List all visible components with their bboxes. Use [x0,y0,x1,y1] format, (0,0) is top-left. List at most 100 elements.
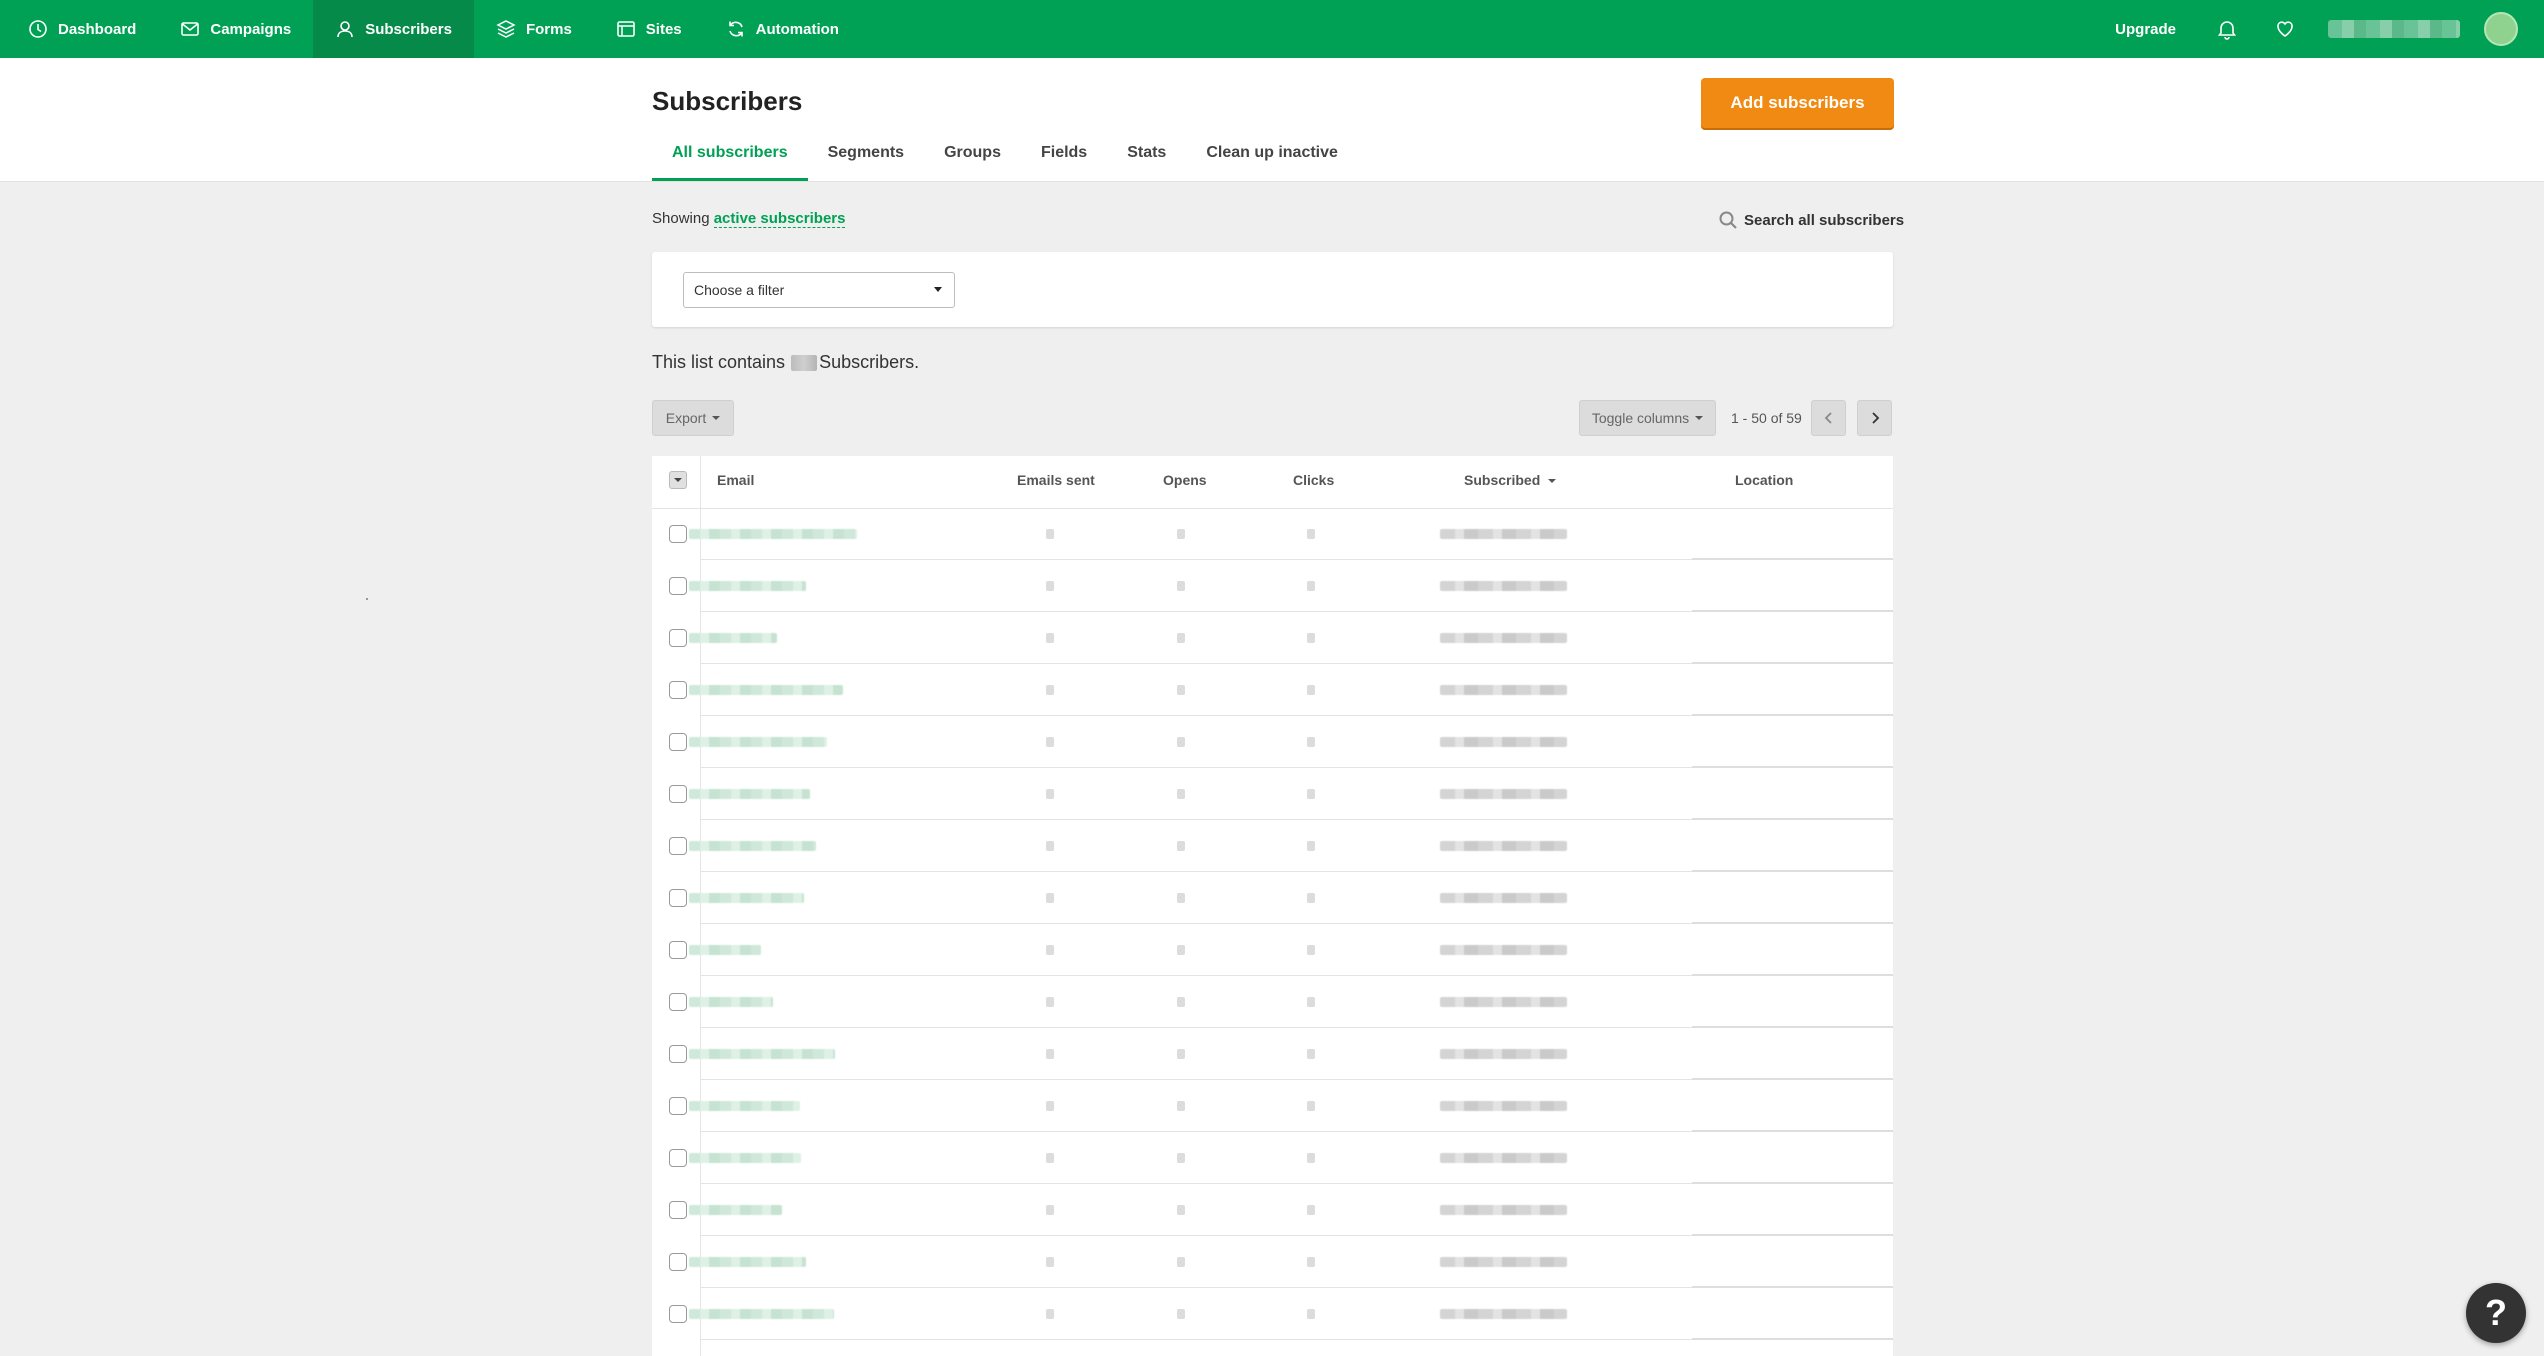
tab-all-subscribers[interactable]: All subscribers [652,140,808,181]
active-subscribers-link[interactable]: active subscribers [713,210,846,228]
table-row[interactable] [652,664,1893,716]
layers-icon [496,20,516,38]
toggle-columns-button[interactable]: Toggle columns [1579,400,1716,436]
nav-item-sites[interactable]: Sites [594,0,704,58]
caret-down-icon [1695,416,1704,420]
row-checkbox[interactable] [669,837,687,855]
table-row[interactable] [652,1236,1893,1288]
subscriber-email[interactable] [689,1257,806,1267]
table-row[interactable] [652,1132,1893,1184]
row-checkbox[interactable] [669,941,687,959]
row-checkbox[interactable] [669,733,687,751]
row-checkbox[interactable] [669,785,687,803]
table-row[interactable] [652,612,1893,664]
emails-sent-value [1046,997,1054,1007]
row-checkbox[interactable] [669,1253,687,1271]
clicks-value [1307,1101,1315,1111]
subscriber-email[interactable] [689,997,773,1007]
clicks-value [1307,1309,1315,1319]
subscriber-email[interactable] [689,529,857,539]
table-row[interactable] [652,1080,1893,1132]
subscriber-email[interactable] [689,1205,782,1215]
heart-icon [2277,21,2293,37]
table-row[interactable] [652,820,1893,872]
subscriber-email[interactable] [689,893,804,903]
subscriber-email[interactable] [689,633,777,643]
table-row[interactable] [652,924,1893,976]
subscribed-date [1440,581,1567,591]
clicks-value [1307,1257,1315,1267]
add-subscribers-button[interactable]: Add subscribers [1701,78,1894,128]
subscribed-date [1440,1257,1567,1267]
favorites-button[interactable] [2256,0,2314,58]
row-checkbox[interactable] [669,993,687,1011]
showing-label: Showing active subscribers [652,210,846,228]
nav-item-campaigns[interactable]: Campaigns [158,0,313,58]
tab-fields[interactable]: Fields [1021,140,1107,181]
page-header: Subscribers Add subscribers All subscrib… [0,58,2544,182]
table-row[interactable] [652,560,1893,612]
opens-value [1177,1205,1185,1215]
table-row[interactable] [652,976,1893,1028]
tab-clean-up-inactive[interactable]: Clean up inactive [1186,140,1358,181]
column-opens[interactable]: Opens [1163,472,1207,488]
subscriber-email[interactable] [689,685,843,695]
subscriber-email[interactable] [689,945,761,955]
row-checkbox[interactable] [669,681,687,699]
row-checkbox[interactable] [669,629,687,647]
table-row[interactable] [652,716,1893,768]
row-checkbox[interactable] [669,1045,687,1063]
row-checkbox[interactable] [669,889,687,907]
filter-select[interactable]: Choose a filter [683,272,955,308]
row-checkbox[interactable] [669,1201,687,1219]
row-checkbox[interactable] [669,1305,687,1323]
search-all-subscribers[interactable]: Search all subscribers [1718,210,1904,230]
row-checkbox[interactable] [669,1149,687,1167]
column-subscribed[interactable]: Subscribed [1464,472,1557,488]
account-name[interactable] [2328,20,2460,38]
subscriber-email[interactable] [689,841,816,851]
tab-groups[interactable]: Groups [924,140,1021,181]
subscriber-email[interactable] [689,737,827,747]
row-checkbox[interactable] [669,525,687,543]
chevron-left-icon [1824,412,1832,424]
table-row[interactable] [652,1184,1893,1236]
table-row[interactable] [652,1288,1893,1340]
column-clicks[interactable]: Clicks [1293,472,1334,488]
tab-stats[interactable]: Stats [1107,140,1186,181]
column-email[interactable]: Email [717,472,754,488]
avatar[interactable] [2484,12,2518,46]
row-checkbox[interactable] [669,577,687,595]
emails-sent-value [1046,789,1054,799]
upgrade-link[interactable]: Upgrade [2093,21,2198,38]
toggle-columns-label: Toggle columns [1591,410,1690,426]
subscribed-date [1440,1049,1567,1059]
nav-item-forms[interactable]: Forms [474,0,594,58]
column-location[interactable]: Location [1735,472,1793,488]
table-row[interactable] [652,1028,1893,1080]
select-all-checkbox[interactable] [669,471,687,489]
export-button[interactable]: Export [652,400,734,436]
nav-item-dashboard[interactable]: Dashboard [6,0,158,58]
tab-segments[interactable]: Segments [808,140,924,181]
notifications-button[interactable] [2198,0,2256,58]
subscriber-email[interactable] [689,1153,801,1163]
subscriber-email[interactable] [689,1101,800,1111]
table-row[interactable] [652,872,1893,924]
subscriber-email[interactable] [689,1049,835,1059]
emails-sent-value [1046,633,1054,643]
next-page-button[interactable] [1857,400,1892,436]
table-row[interactable] [652,508,1893,560]
emails-sent-value [1046,1153,1054,1163]
help-button[interactable]: ? [2466,1283,2526,1343]
subscriber-email[interactable] [689,581,806,591]
nav-item-subscribers[interactable]: Subscribers [313,0,474,58]
column-emails-sent[interactable]: Emails sent [1017,472,1095,488]
subscriber-email[interactable] [689,789,810,799]
table-row[interactable] [652,768,1893,820]
emails-sent-value [1046,893,1054,903]
subscriber-email[interactable] [689,1309,834,1319]
previous-page-button[interactable] [1811,400,1846,436]
nav-item-automation[interactable]: Automation [704,0,861,58]
row-checkbox[interactable] [669,1097,687,1115]
